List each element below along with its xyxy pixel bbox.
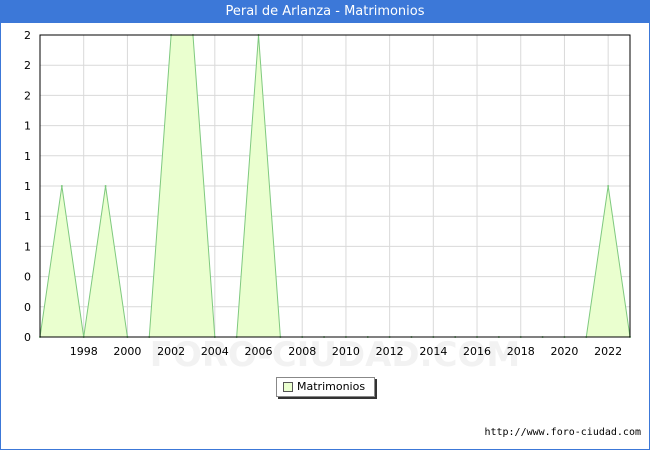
x-tick-label: 1998 [70, 345, 98, 358]
y-tick-label: 1 [24, 150, 31, 163]
data-point [60, 185, 63, 187]
x-tick-label: 2014 [419, 345, 447, 358]
x-tick-label: 2004 [201, 345, 229, 358]
y-tick-label: 0 [24, 301, 31, 314]
y-tick-label: 2 [24, 29, 31, 42]
y-tick-label: 0 [24, 331, 31, 344]
y-tick-label: 2 [24, 59, 31, 72]
data-point [104, 185, 107, 187]
x-tick-label: 2000 [113, 345, 141, 358]
x-tick-label: 2010 [332, 345, 360, 358]
y-tick-label: 1 [24, 120, 31, 133]
x-tick-label: 2016 [463, 345, 491, 358]
legend-label: Matrimonios [297, 380, 366, 393]
x-tick-label: 2018 [507, 345, 535, 358]
x-tick-label: 2022 [594, 345, 622, 358]
legend: Matrimonios [276, 377, 375, 397]
y-tick-label: 1 [24, 180, 31, 193]
x-tick-label: 2020 [550, 345, 578, 358]
x-tick-label: 2008 [288, 345, 316, 358]
y-tick-label: 0 [24, 271, 31, 284]
y-tick-label: 1 [24, 240, 31, 253]
x-tick-label: 2006 [245, 345, 273, 358]
legend-swatch [283, 382, 293, 392]
source-url: http://www.foro-ciudad.com [484, 427, 641, 438]
data-point [607, 185, 610, 187]
x-tick-label: 2002 [157, 345, 185, 358]
x-tick-label: 2012 [376, 345, 404, 358]
y-tick-label: 2 [24, 89, 31, 102]
y-tick-label: 1 [24, 210, 31, 223]
